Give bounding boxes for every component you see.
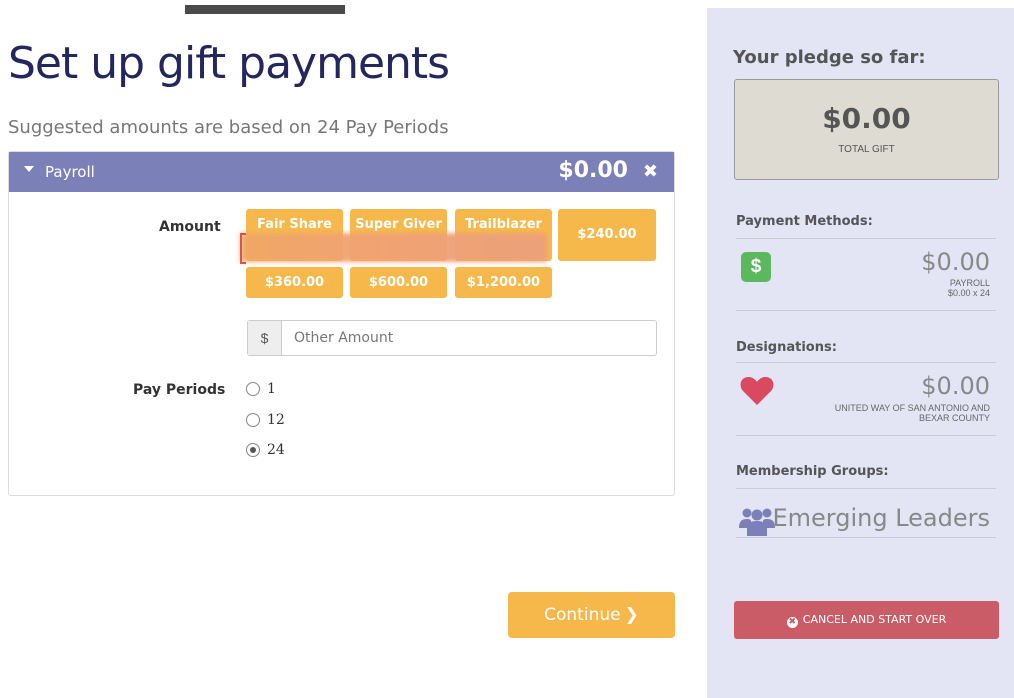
total-gift-box: $0.00 TOTAL GIFT [734, 79, 999, 180]
amount-360-button[interactable]: $360.00 [246, 267, 343, 298]
pay-period-option-label: 24 [267, 442, 285, 458]
other-amount-group: $ [247, 320, 657, 356]
close-icon[interactable]: ✖ [643, 161, 658, 182]
redaction-blur [240, 233, 547, 262]
total-gift-caption: TOTAL GIFT [838, 144, 895, 155]
divider [736, 537, 996, 538]
pledge-heading: Your pledge so far: [733, 47, 926, 68]
total-gift-value: $0.00 [822, 102, 911, 135]
page-subtitle: Suggested amounts are based on 24 Pay Pe… [8, 117, 449, 138]
amount-240-button[interactable]: $240.00 [558, 209, 656, 261]
designations-amount: $0.00 [921, 372, 990, 400]
caret-down-icon[interactable] [24, 166, 34, 172]
membership-groups-title: Membership Groups: [736, 464, 889, 479]
pay-period-radio-12[interactable] [246, 413, 260, 427]
other-amount-input[interactable] [282, 321, 656, 355]
amount-1200-button[interactable]: $1,200.00 [455, 267, 552, 298]
people-icon [739, 508, 775, 536]
divider [736, 310, 996, 311]
pay-periods-label: Pay Periods [133, 382, 226, 398]
dollar-icon: $ [741, 252, 771, 282]
pay-period-radio-1[interactable] [246, 382, 260, 396]
payroll-panel-total: $0.00 [558, 158, 628, 183]
pledge-sidebar: Your pledge so far: $0.00 TOTAL GIFT Pay… [707, 8, 1014, 698]
divider [736, 488, 996, 489]
designation-detail: UNITED WAY OF SAN ANTONIO AND [834, 403, 990, 413]
cancel-label: CANCEL AND START OVER [802, 613, 947, 626]
divider [736, 238, 996, 239]
currency-addon: $ [248, 321, 282, 355]
continue-button[interactable]: Continue ❯ [508, 592, 675, 638]
times-circle-icon: ✖ [786, 617, 798, 628]
membership-group-name: Emerging Leaders [772, 504, 990, 532]
divider [736, 435, 996, 436]
pay-period-option-label: 1 [267, 381, 276, 397]
payroll-panel-header[interactable]: Payroll $0.00 ✖ [9, 152, 674, 192]
payment-method-detail: PAYROLL [949, 278, 990, 288]
payroll-panel-label: Payroll [45, 163, 95, 181]
payment-methods-amount: $0.00 [921, 248, 990, 276]
cancel-start-over-button[interactable]: ✖ CANCEL AND START OVER [734, 601, 999, 639]
designations-title: Designations: [736, 340, 837, 355]
designation-detail: BEXAR COUNTY [918, 413, 990, 423]
amount-600-button[interactable]: $600.00 [350, 267, 447, 298]
chevron-right-icon: ❯ [624, 605, 639, 625]
page-title: Set up gift payments [8, 38, 450, 89]
heart-icon [740, 377, 774, 405]
redaction-marker [240, 233, 246, 264]
amount-label: Amount [159, 219, 221, 235]
payment-method-detail: $0.00 x 24 [947, 288, 990, 298]
top-progress-bar [185, 5, 345, 14]
continue-label: Continue [544, 605, 621, 625]
divider [736, 362, 996, 363]
payment-methods-title: Payment Methods: [736, 214, 873, 229]
pay-period-radio-24[interactable] [246, 443, 260, 457]
pay-period-option-label: 12 [267, 412, 285, 428]
